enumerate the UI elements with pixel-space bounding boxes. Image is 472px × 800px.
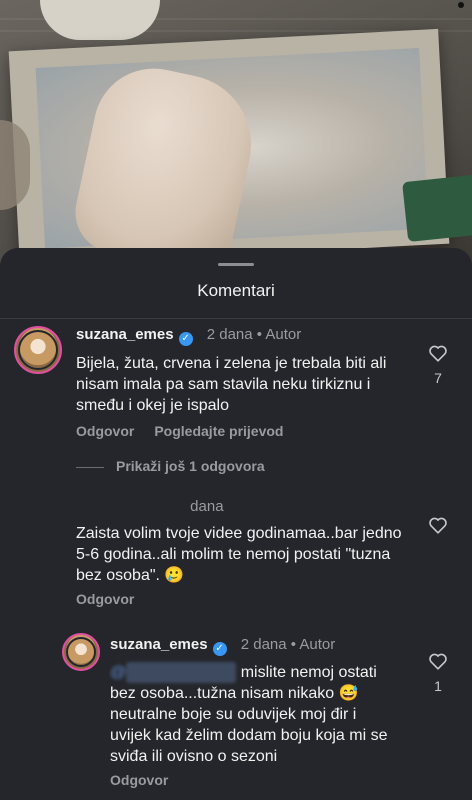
comment-text: Zaista volim tvoje videe godinamaa..bar … [76, 525, 402, 584]
comment-time: 2 dana [206, 326, 253, 343]
verified-badge-icon: ✓ [212, 642, 227, 656]
avatar[interactable] [62, 633, 100, 671]
comment-meta: dana [76, 498, 224, 515]
mention-link[interactable]: @x [110, 662, 237, 683]
sheet-title: Komentari [197, 281, 275, 300]
username[interactable]: suzana_emes [76, 326, 174, 343]
comment-time: dana [190, 498, 224, 515]
comment-actions: Odgovor Pogledajte prijevod [76, 423, 303, 439]
camera-dot [458, 2, 464, 8]
verified-badge-icon: ✓ [178, 332, 193, 346]
like-button[interactable] [426, 516, 450, 534]
drag-handle[interactable] [218, 263, 254, 266]
more-replies-label: Prikaži još 1 odgovora [116, 458, 265, 474]
comment-actions: Odgovor [110, 772, 188, 788]
author-tag: Autor [265, 326, 302, 343]
comment-actions: Odgovor [76, 591, 154, 607]
thread-line [76, 466, 104, 468]
video-background[interactable] [0, 0, 472, 265]
reply-button[interactable]: Odgovor [76, 591, 134, 607]
avatar-hidden[interactable] [14, 500, 62, 548]
heart-icon [429, 517, 447, 534]
header-divider [0, 318, 472, 319]
like-button[interactable]: 7 [426, 344, 450, 386]
avatar[interactable] [14, 326, 62, 374]
comment-text: Bijela, žuta, crvena i zelena je trebala… [76, 355, 387, 414]
reply-button[interactable]: Odgovor [110, 772, 168, 788]
comment-meta: suzana_emes ✓ 2 dana • Autor [110, 636, 335, 656]
like-count: 1 [434, 678, 442, 694]
comments-sheet: Komentari suzana_emes ✓ 2 dana • Autor Bi… [0, 248, 472, 800]
reply-button[interactable]: Odgovor [76, 423, 134, 439]
comment-time: 2 dana [240, 636, 287, 653]
author-tag: Autor [299, 636, 336, 653]
cup-shape [40, 0, 160, 40]
paint-palette [402, 173, 472, 243]
heart-icon [429, 345, 447, 362]
see-translation-button[interactable]: Pogledajte prijevod [154, 423, 283, 439]
comment-meta: suzana_emes ✓ 2 dana • Autor [76, 326, 301, 346]
like-count: 7 [434, 370, 442, 386]
heart-icon [429, 653, 447, 670]
username[interactable]: suzana_emes [110, 636, 208, 653]
view-more-replies-button[interactable]: Prikaži još 1 odgovora [76, 458, 265, 474]
reply-text: @x mislite nemoj ostati bez osoba...tužn… [110, 662, 400, 767]
like-button[interactable]: 1 [426, 652, 450, 694]
